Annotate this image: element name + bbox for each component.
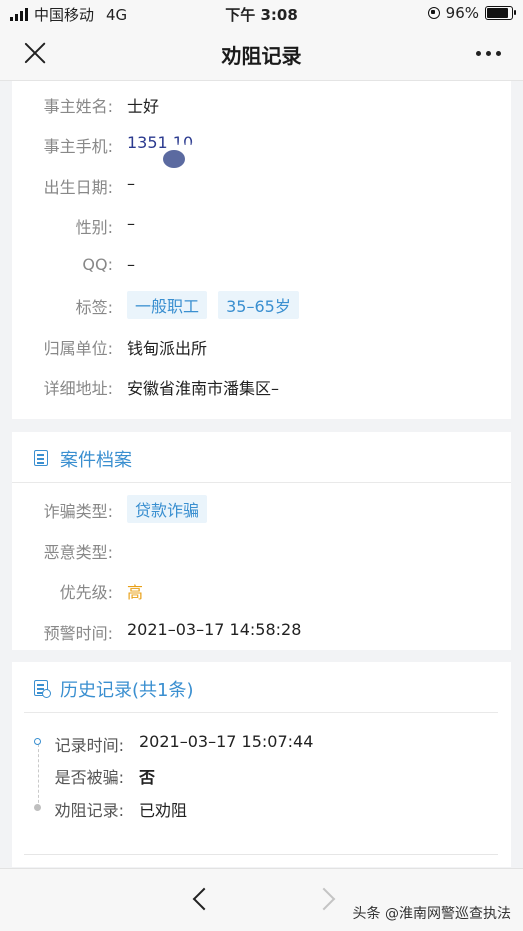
info-label: 优先级:	[59, 583, 113, 602]
history-icon	[34, 680, 51, 698]
tag-list: 一般职工 35–65岁	[127, 291, 305, 319]
timeline-end-dot	[34, 804, 41, 811]
info-row-qq: QQ: –	[12, 251, 511, 281]
info-label: 诈骗类型:	[43, 502, 113, 521]
birth-date: –	[127, 174, 135, 193]
qq-number: –	[127, 255, 135, 274]
section-title: 案件档案	[60, 450, 132, 471]
detailed-address: 安徽省淮南市潘集区–	[127, 379, 280, 398]
history-header[interactable]: 历史记录(共1条)	[24, 662, 498, 713]
watermark-text: 头条 @淮南网警巡查执法	[352, 906, 511, 922]
history-label: 记录时间:	[54, 736, 124, 755]
info-row-name: 事主姓名: 士好	[12, 89, 511, 119]
info-row-gender: 性别: –	[12, 210, 511, 240]
tag-item: 35–65岁	[218, 291, 299, 319]
info-label: 事主姓名:	[43, 97, 113, 116]
timeline-start-dot	[34, 738, 41, 745]
history-row-dissuasion: 劝阻记录:	[42, 793, 124, 823]
info-row-birth: 出生日期: –	[12, 170, 511, 200]
info-label: 详细地址:	[43, 379, 113, 398]
owner-name: 士好	[127, 97, 160, 116]
back-arrow-icon[interactable]	[192, 887, 216, 911]
forward-arrow-icon[interactable]	[312, 887, 336, 911]
redaction-mark	[163, 150, 185, 168]
tag-item: 贷款诈骗	[127, 495, 208, 523]
info-row-address: 详细地址: 安徽省淮南市潘集区–	[12, 371, 511, 401]
info-label: 预警时间:	[43, 624, 113, 643]
battery-percent: 96%	[445, 4, 479, 22]
info-label: QQ:	[82, 255, 113, 274]
more-options-icon[interactable]	[476, 51, 501, 56]
case-row-alert-time: 预警时间: 2021–03–17 14:58:28	[12, 616, 511, 646]
info-row-unit: 归属单位: 钱甸派出所	[12, 331, 511, 361]
status-bar: 中国移动 4G 下午 3:08 96%	[0, 0, 523, 26]
fraud-type: 贷款诈骗	[127, 495, 213, 523]
divider	[24, 854, 498, 855]
case-file-header[interactable]: 案件档案	[12, 432, 511, 483]
gender: –	[127, 214, 135, 233]
owner-info-card: 事主姓名: 士好 事主手机: 1351 10 出生日期: – 性别: – QQ:…	[12, 81, 511, 419]
case-file-card: 案件档案 诈骗类型: 贷款诈骗 恶意类型: 优先级: 高 预警时间: 2021–…	[12, 432, 511, 650]
record-time: 2021–03–17 15:07:44	[139, 732, 314, 751]
case-row-priority: 优先级: 高	[12, 575, 511, 605]
alert-time: 2021–03–17 14:58:28	[127, 620, 302, 639]
section-title: 历史记录(共1条)	[60, 680, 194, 701]
history-row-scammed: 是否被骗:	[42, 760, 124, 790]
info-row-tags: 标签: 一般职工 35–65岁	[12, 290, 511, 320]
info-label: 出生日期:	[43, 178, 113, 197]
rotation-lock-icon	[427, 7, 440, 19]
info-label: 标签:	[75, 298, 113, 317]
history-row-time: 记录时间:	[42, 728, 124, 758]
dissuasion-record: 已劝阻	[139, 801, 188, 820]
battery-fill	[487, 8, 509, 18]
history-label: 是否被骗:	[54, 768, 124, 787]
battery-icon	[485, 6, 516, 20]
case-row-fraud-type: 诈骗类型: 贷款诈骗	[12, 494, 511, 524]
history-label: 劝阻记录:	[54, 801, 124, 820]
owner-phone[interactable]: 1351 10	[127, 133, 209, 168]
affiliated-unit: 钱甸派出所	[127, 339, 208, 358]
document-icon	[34, 450, 48, 466]
info-label: 事主手机:	[43, 137, 113, 156]
page-title: 劝阻记录	[221, 44, 302, 68]
case-row-malice-type: 恶意类型:	[12, 535, 511, 565]
info-row-phone: 事主手机: 1351 10	[12, 129, 511, 168]
tag-item: 一般职工	[127, 291, 208, 319]
info-label: 归属单位:	[43, 339, 113, 358]
bottom-nav-bar: 头条 @淮南网警巡查执法	[0, 868, 523, 931]
timeline-line	[38, 744, 39, 808]
priority: 高	[127, 583, 144, 602]
info-label: 性别:	[75, 218, 113, 237]
info-label: 恶意类型:	[43, 543, 113, 562]
nav-bar: 劝阻记录	[0, 26, 523, 81]
scammed-status: 否	[139, 768, 156, 787]
history-card: 历史记录(共1条) 记录时间: 2021–03–17 15:07:44 是否被骗…	[12, 662, 511, 867]
